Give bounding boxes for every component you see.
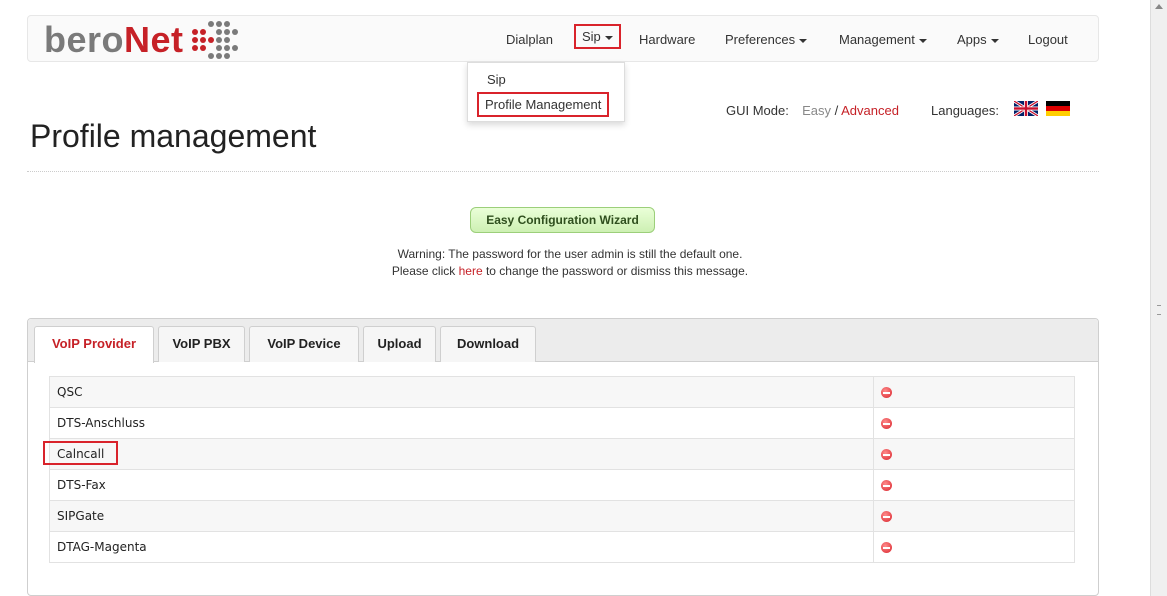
profile-name[interactable]: DTS-Fax (49, 469, 874, 501)
logo-dot (199, 37, 206, 43)
tab-download[interactable]: Download (440, 326, 536, 362)
logo-dot (215, 21, 222, 27)
profile-name[interactable]: DTS-Anschluss (49, 407, 874, 439)
logo-text-bero: bero (44, 19, 125, 60)
profile-name[interactable]: DTAG-Magenta (49, 531, 874, 563)
logo-dot (232, 21, 238, 27)
logo-dot (215, 45, 222, 51)
logo-dot (192, 53, 198, 59)
tab-voip-provider[interactable]: VoIP Provider (34, 326, 154, 363)
logo-dot (207, 21, 214, 27)
table-row: DTAG-Magenta (49, 531, 1075, 563)
table-row: DTS-Fax (49, 469, 1075, 501)
warning-line-1: Warning: The password for the user admin… (397, 247, 743, 261)
nav-apps-label: Apps (957, 32, 987, 47)
warning-text-after: to change the password or dismiss this m… (482, 264, 749, 278)
logo-dot (215, 37, 222, 43)
chevron-down-icon (990, 38, 999, 43)
logo-dot (207, 37, 214, 43)
nav-dialplan[interactable]: Dialplan (506, 32, 553, 47)
logo-dot (207, 53, 214, 59)
top-navbar: beroNet Dialplan Sip Hardware Preference… (27, 15, 1099, 62)
nav-apps[interactable]: Apps (957, 32, 999, 47)
chevron-down-icon (604, 35, 613, 40)
logo-dot (232, 53, 238, 59)
delete-icon[interactable] (881, 418, 892, 429)
logo-dot (191, 37, 198, 43)
calncall-highlight-box (43, 441, 118, 465)
logo-dot (208, 45, 214, 51)
warning-line-2: Please click here to change the password… (330, 263, 810, 280)
nav-hardware[interactable]: Hardware (639, 32, 695, 47)
delete-icon[interactable] (881, 480, 892, 491)
logo-dot (191, 29, 198, 35)
sip-dropdown-menu: Sip Profile Management (467, 62, 625, 122)
logo-dot (215, 53, 222, 59)
gui-mode: GUI Mode: Easy / Advanced (726, 103, 899, 118)
beronet-logo[interactable]: beroNet (44, 20, 238, 60)
voip-provider-profiles-table: QSC DTS-Anschluss Calncall DTS-Fax SIPGa… (49, 376, 1075, 563)
tab-bar: VoIP Provider VoIP PBX VoIP Device Uploa… (28, 319, 1098, 363)
easy-configuration-wizard-button[interactable]: Easy Configuration Wizard (470, 207, 655, 233)
logo-dot (208, 29, 214, 35)
table-row: Calncall (49, 438, 1075, 470)
table-row: DTS-Anschluss (49, 407, 1075, 439)
logo-dot (231, 45, 238, 51)
change-password-link[interactable]: here (459, 264, 483, 278)
warning-text-before: Please click (391, 264, 459, 278)
logo-dot (223, 29, 230, 35)
logo-dot (232, 37, 238, 43)
delete-icon[interactable] (881, 449, 892, 460)
delete-icon[interactable] (881, 542, 892, 553)
gui-mode-label: GUI Mode: (726, 103, 789, 118)
vertical-scrollbar[interactable] (1150, 0, 1167, 596)
logo-dot (231, 29, 238, 35)
delete-icon[interactable] (881, 387, 892, 398)
profile-name[interactable]: QSC (49, 376, 874, 408)
nav-management-label: Management (839, 32, 915, 47)
page-title: Profile management (30, 118, 317, 154)
gui-mode-advanced-link[interactable]: Advanced (841, 103, 899, 118)
default-password-warning: Warning: The password for the user admin… (330, 246, 810, 280)
nav-logout[interactable]: Logout (1028, 32, 1068, 47)
scroll-up-arrow-icon[interactable] (1155, 4, 1163, 9)
gui-mode-easy-link[interactable]: Easy (802, 103, 831, 118)
uk-flag-icon[interactable] (1014, 101, 1038, 116)
logo-dots-icon (191, 21, 238, 59)
logo-dot (223, 21, 230, 27)
logo-dot (192, 21, 198, 27)
scroll-grip-icon[interactable] (1157, 305, 1161, 315)
logo-dot (200, 21, 206, 27)
profile-name[interactable]: Calncall (49, 438, 874, 470)
logo-text-net: Net (124, 19, 184, 60)
logo-dot (191, 45, 198, 51)
logo-dot (199, 29, 206, 35)
profile-name[interactable]: SIPGate (49, 500, 874, 532)
logo-dot (223, 53, 230, 59)
table-row: SIPGate (49, 500, 1075, 532)
logo-dot (223, 37, 230, 43)
tab-voip-device[interactable]: VoIP Device (249, 326, 359, 362)
delete-icon[interactable] (881, 511, 892, 522)
nav-preferences-label: Preferences (725, 32, 796, 47)
title-divider (27, 171, 1099, 172)
germany-flag-icon[interactable] (1046, 101, 1070, 116)
chevron-down-icon (799, 38, 808, 43)
gui-mode-separator: / (831, 103, 842, 118)
languages-label: Languages: (931, 103, 999, 118)
nav-preferences[interactable]: Preferences (725, 32, 808, 47)
dropdown-item-profile-management[interactable]: Profile Management (477, 92, 610, 117)
tab-upload[interactable]: Upload (363, 326, 436, 362)
dropdown-item-sip[interactable]: Sip (487, 72, 506, 87)
tab-voip-pbx[interactable]: VoIP PBX (158, 326, 245, 362)
nav-management[interactable]: Management (839, 32, 927, 47)
nav-sip[interactable]: Sip (574, 24, 621, 49)
logo-dot (223, 45, 230, 51)
chevron-down-icon (918, 38, 927, 43)
nav-sip-label: Sip (582, 29, 601, 44)
logo-dot (200, 53, 206, 59)
logo-dot (215, 29, 222, 35)
table-row: QSC (49, 376, 1075, 408)
logo-dot (199, 45, 206, 51)
